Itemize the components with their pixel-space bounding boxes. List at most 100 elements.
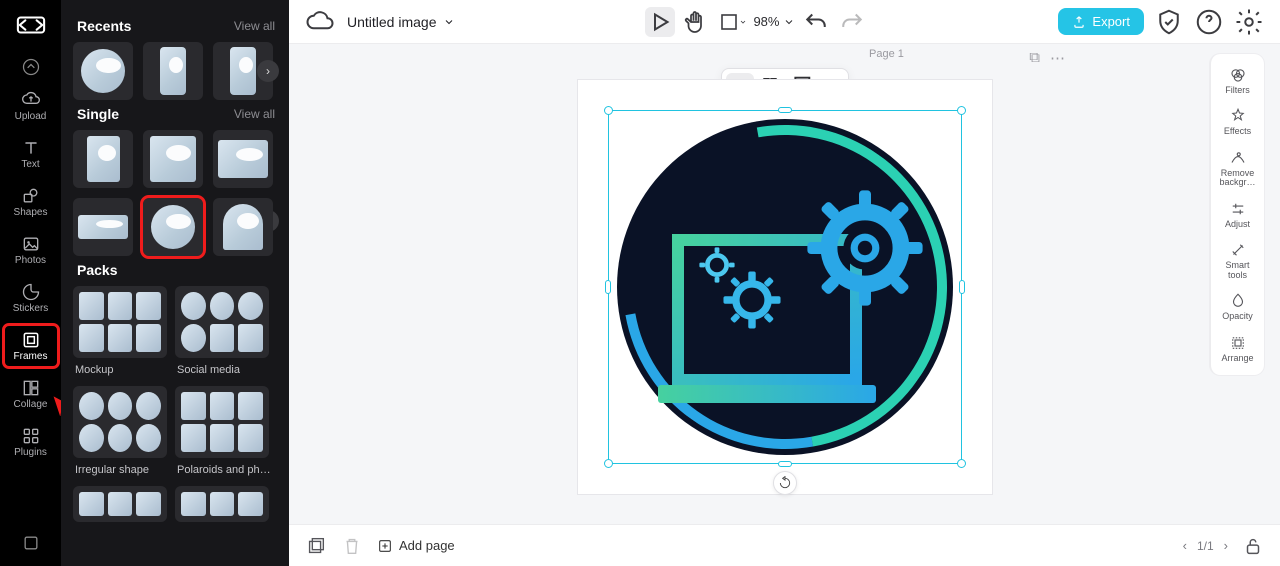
recent-frame-phone1[interactable] (143, 42, 203, 100)
nav-shapes[interactable]: Shapes (3, 180, 59, 224)
pack-extra2[interactable] (175, 486, 269, 522)
resize-handle-tl[interactable] (604, 106, 613, 115)
pan-hand-button[interactable] (681, 7, 711, 37)
nav-photos[interactable]: Photos (3, 228, 59, 272)
nav-text-label: Text (21, 160, 39, 171)
footer-bar: Add page ‹ 1/1 › (289, 524, 1280, 566)
add-page-label: Add page (399, 538, 455, 553)
text-icon (21, 138, 41, 158)
rotate-handle[interactable] (773, 471, 797, 495)
resize-handle-br[interactable] (957, 459, 966, 468)
gear-large-icon (805, 188, 925, 308)
app-logo[interactable] (14, 8, 48, 42)
selected-image[interactable] (609, 111, 961, 463)
chevron-down-icon (443, 16, 455, 28)
pager: ‹ 1/1 › (1183, 538, 1228, 553)
document-title[interactable]: Untitled image (347, 14, 455, 30)
help-icon[interactable] (1194, 7, 1224, 37)
zoom-control[interactable]: 98% (753, 14, 795, 29)
nav-collage[interactable]: Collage (3, 372, 59, 416)
single-row1: › (73, 130, 281, 188)
pager-prev[interactable]: ‹ (1183, 538, 1187, 553)
single-strip[interactable] (73, 198, 133, 256)
tool-arrange[interactable]: Arrange (1216, 330, 1260, 367)
single-portrait[interactable] (73, 130, 133, 188)
nav-text[interactable]: Text (3, 132, 59, 176)
nav-collapse[interactable] (3, 54, 59, 80)
undo-button[interactable] (801, 7, 831, 37)
page-more-icon[interactable]: ⋯ (1050, 49, 1065, 67)
topbar: Untitled image 98% Export (289, 0, 1280, 44)
pager-value: 1/1 (1197, 539, 1214, 553)
shapes-icon (21, 186, 41, 206)
pages-icon[interactable] (305, 535, 327, 557)
resize-handle-bottom[interactable] (778, 461, 792, 467)
zoom-value: 98% (753, 14, 779, 29)
nav-frames[interactable]: Frames (3, 324, 59, 368)
nav-stickers-label: Stickers (13, 304, 49, 315)
nav-plugins[interactable]: Plugins (3, 420, 59, 464)
export-button[interactable]: Export (1058, 8, 1144, 35)
document-title-text: Untitled image (347, 14, 437, 30)
settings-icon[interactable] (1234, 7, 1264, 37)
export-label: Export (1092, 14, 1130, 29)
lock-icon[interactable] (1242, 535, 1264, 557)
packs-row2: Irregular shape Polaroids and photo … (73, 386, 281, 486)
primary-nav: Upload Text Shapes Photos Stickers Frame… (0, 0, 61, 566)
recent-frame-circle[interactable] (73, 42, 133, 100)
canvas-size-button[interactable] (717, 7, 747, 37)
single-arch[interactable] (213, 198, 273, 256)
nav-collage-label: Collage (14, 400, 48, 411)
nav-more[interactable] (3, 526, 59, 560)
nav-shapes-label: Shapes (14, 208, 48, 219)
canvas-area[interactable]: Page 1 ⧉ ⋯ (289, 44, 1280, 524)
pack-extra1[interactable] (73, 486, 167, 522)
recents-next[interactable]: › (257, 60, 279, 82)
resize-handle-left[interactable] (605, 280, 611, 294)
pack-social[interactable] (175, 286, 269, 358)
duplicate-page-icon[interactable]: ⧉ (1029, 49, 1040, 67)
pager-next[interactable]: › (1224, 538, 1228, 553)
frames-panel: Recents View all › Single View all › Pac… (61, 0, 289, 566)
upload-icon (21, 90, 41, 110)
single-circle[interactable] (143, 198, 203, 256)
tool-effects[interactable]: Effects (1216, 103, 1260, 140)
recents-title: Recents (77, 18, 131, 34)
tool-adjust[interactable]: Adjust (1216, 196, 1260, 233)
single-landscape[interactable] (213, 130, 273, 188)
tool-opacity[interactable]: Opacity (1216, 288, 1260, 325)
selection-box[interactable] (608, 110, 962, 464)
resize-handle-bl[interactable] (604, 459, 613, 468)
resize-handle-top[interactable] (778, 107, 792, 113)
pack-mockup[interactable] (73, 286, 167, 358)
cloud-sync-icon[interactable] (305, 7, 335, 37)
play-preview-button[interactable] (645, 7, 675, 37)
app-root: Upload Text Shapes Photos Stickers Frame… (0, 0, 1280, 566)
tool-smart[interactable]: Smart tools (1216, 237, 1260, 284)
redo-button[interactable] (837, 7, 867, 37)
plugins-icon (21, 426, 41, 446)
nav-stickers[interactable]: Stickers (3, 276, 59, 320)
pack-mockup-label: Mockup (75, 364, 167, 376)
resize-handle-tr[interactable] (957, 106, 966, 115)
recents-viewall[interactable]: View all (234, 19, 275, 33)
page-label: Page 1 (869, 48, 904, 60)
gear-small-icon (697, 245, 737, 285)
shield-icon[interactable] (1154, 7, 1184, 37)
single-title: Single (77, 106, 119, 122)
delete-page-icon[interactable] (341, 535, 363, 557)
add-page-button[interactable]: Add page (377, 538, 455, 554)
packs-row1: Mockup Social media (73, 286, 281, 386)
tool-filters[interactable]: Filters (1216, 62, 1260, 99)
canvas-page[interactable] (578, 80, 992, 494)
tool-remove-bg[interactable]: Remove backgr… (1216, 145, 1260, 192)
pack-irregular[interactable] (73, 386, 167, 458)
sticker-icon (21, 282, 41, 302)
pack-polaroids[interactable] (175, 386, 269, 458)
resize-handle-right[interactable] (959, 280, 965, 294)
single-viewall[interactable]: View all (234, 107, 275, 121)
photos-icon (21, 234, 41, 254)
export-icon (1072, 15, 1086, 29)
single-square[interactable] (143, 130, 203, 188)
nav-upload[interactable]: Upload (3, 84, 59, 128)
